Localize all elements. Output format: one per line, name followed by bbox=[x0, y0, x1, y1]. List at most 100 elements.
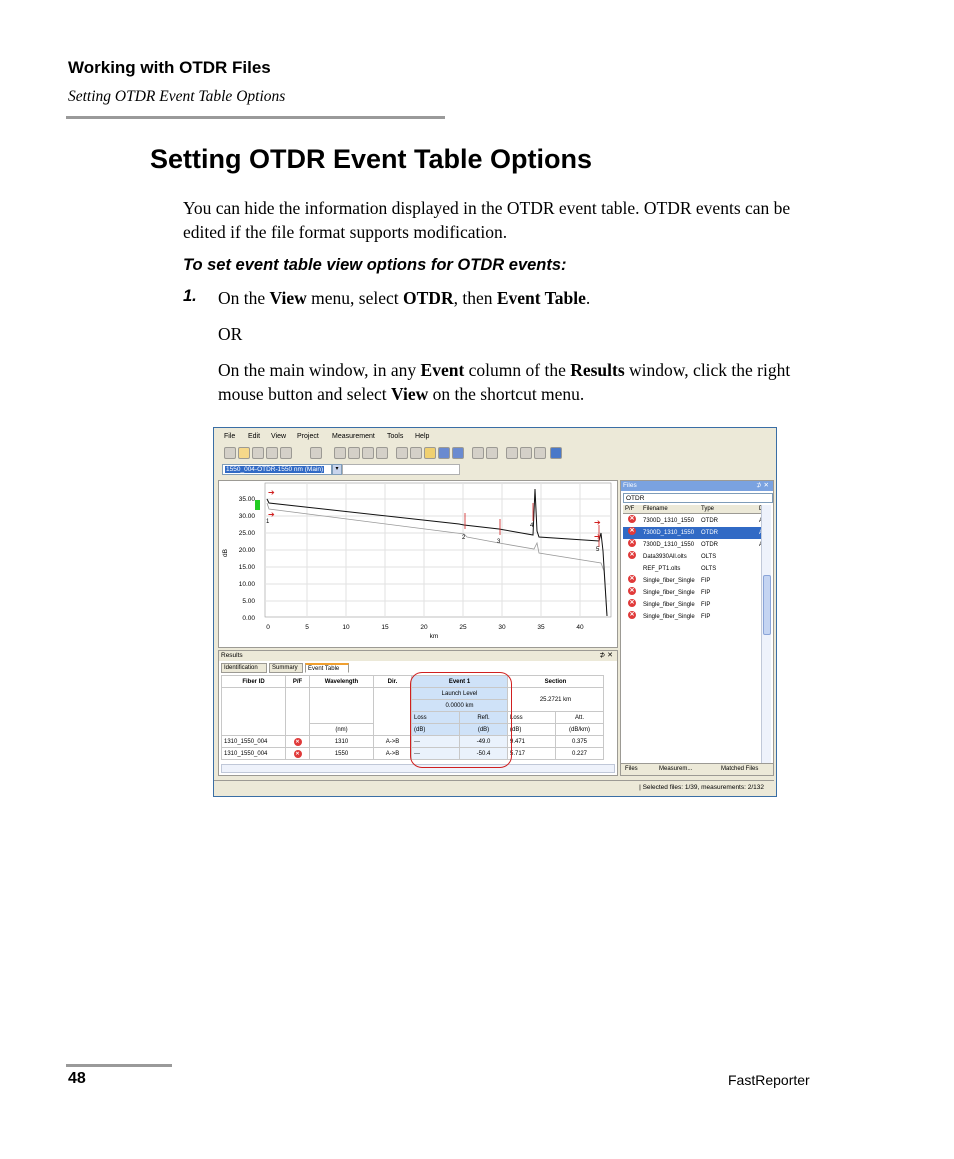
event-position: 0.0000 km bbox=[411, 699, 508, 712]
paste-icon[interactable] bbox=[520, 447, 532, 459]
file-row[interactable]: ✕ Single_fiber_Single FIP bbox=[623, 587, 765, 599]
new-icon[interactable] bbox=[396, 447, 408, 459]
x-tick: 25 bbox=[459, 624, 467, 631]
secondary-select[interactable] bbox=[342, 464, 460, 475]
pin-close-icon[interactable]: ⊅ ✕ bbox=[756, 481, 769, 491]
table-row[interactable]: 1310_1550_004 ✕ 1550 A->B --- -50.4 5.71… bbox=[221, 747, 604, 760]
marker2-icon[interactable] bbox=[252, 447, 264, 459]
col-fiber-id[interactable]: Fiber ID bbox=[221, 675, 286, 688]
unit-db-km: (dB/km) bbox=[555, 723, 604, 736]
results-title: Results bbox=[221, 652, 243, 659]
section-loss-cell: 9.471 bbox=[507, 735, 556, 748]
col-filename[interactable]: Filename bbox=[643, 505, 668, 514]
tab-identification[interactable]: Identification bbox=[221, 663, 267, 673]
trace-select[interactable]: 1550_004-OTDR-1550 nm (Main) bbox=[222, 464, 332, 475]
file-name: 7300D_1310_1550 bbox=[643, 530, 695, 536]
header-spacer bbox=[285, 687, 310, 736]
trace-select-dropdown[interactable]: ▾ bbox=[332, 464, 342, 475]
otdr-graph[interactable]: 35.00 30.00 25.00 20.00 15.00 10.00 5.00… bbox=[218, 480, 618, 648]
toolbar bbox=[216, 445, 576, 461]
menu-help[interactable]: Help bbox=[415, 433, 429, 440]
results-horizontal-scrollbar[interactable] bbox=[221, 764, 615, 773]
new-project-icon[interactable] bbox=[410, 447, 422, 459]
col-dir[interactable]: Dir. bbox=[373, 675, 412, 688]
file-row[interactable]: REF_PT1.olts OLTS bbox=[623, 563, 765, 575]
fail-icon: ✕ bbox=[285, 735, 310, 748]
cut-icon[interactable] bbox=[506, 447, 518, 459]
att-cell: 0.227 bbox=[555, 747, 604, 760]
or-text: OR bbox=[218, 324, 243, 344]
files-filter-select[interactable]: OTDR bbox=[623, 493, 773, 503]
menu-tools[interactable]: Tools bbox=[387, 433, 403, 440]
header-spacer bbox=[309, 687, 374, 724]
col-pf[interactable]: P/F bbox=[285, 675, 310, 688]
menu-measurement[interactable]: Measurement bbox=[332, 433, 375, 440]
col-type[interactable]: Type bbox=[701, 505, 714, 514]
col-event-1[interactable]: Event 1 bbox=[411, 675, 508, 688]
alternative-text: On the main window, in any Event column … bbox=[218, 360, 791, 404]
file-row[interactable]: ✕ 7300D_1310_1550 OTDR A bbox=[623, 539, 765, 551]
files-title: Files bbox=[623, 482, 637, 489]
file-type: OTDR bbox=[701, 518, 718, 524]
file-row-selected[interactable]: ✕ 7300D_1310_1550 OTDR A bbox=[623, 527, 765, 539]
launch-level-marker bbox=[255, 500, 260, 510]
section-subtitle: Setting OTDR Event Table Options bbox=[68, 88, 286, 105]
tab-summary[interactable]: Summary bbox=[269, 663, 303, 673]
tab-measurements[interactable]: Measurem... bbox=[659, 764, 692, 775]
edit-icon[interactable] bbox=[362, 447, 374, 459]
y-tick: 20.00 bbox=[239, 547, 256, 554]
file-row[interactable]: ✕ Data3930All.olts OLTS bbox=[623, 551, 765, 563]
tab-files[interactable]: Files bbox=[625, 764, 638, 775]
y-tick: 30.00 bbox=[239, 513, 256, 520]
open-folder-icon[interactable] bbox=[424, 447, 436, 459]
fail-icon: ✕ bbox=[285, 747, 310, 760]
fit-icon[interactable] bbox=[266, 447, 278, 459]
marker-icon[interactable] bbox=[238, 447, 250, 459]
menu-view[interactable]: View bbox=[271, 433, 286, 440]
col-pf[interactable]: P/F bbox=[625, 505, 634, 514]
chapter-title: Working with OTDR Files bbox=[68, 58, 271, 77]
copy-icon[interactable] bbox=[280, 447, 292, 459]
loss-cell: --- bbox=[411, 735, 460, 748]
col-section[interactable]: Section bbox=[507, 675, 604, 688]
tab-event-table[interactable]: Event Table bbox=[305, 663, 349, 673]
help-icon[interactable] bbox=[550, 447, 562, 459]
files-vertical-scrollbar[interactable] bbox=[761, 505, 771, 763]
page-title: Setting OTDR Event Table Options bbox=[150, 144, 593, 174]
file-row[interactable]: ✕ Single_fiber_Single FIP bbox=[623, 575, 765, 587]
results-panel: Results ⊅ ✕ Identification Summary Event… bbox=[218, 650, 618, 776]
refl-cell: -50.4 bbox=[459, 747, 508, 760]
report-icon[interactable] bbox=[334, 447, 346, 459]
table-row[interactable]: 1310_1550_004 ✕ 1310 A->B --- -49.0 9.47… bbox=[221, 735, 604, 748]
dir-cell: A->B bbox=[373, 747, 412, 760]
event-table: Fiber ID P/F Wavelength Dir. Event 1 Sec… bbox=[221, 675, 604, 760]
menu-file[interactable]: File bbox=[224, 433, 235, 440]
tab-matched-files[interactable]: Matched Files bbox=[721, 764, 758, 775]
marker-arrow-icon: ➔ bbox=[594, 518, 601, 527]
x-tick: 0 bbox=[266, 624, 270, 631]
settings-icon[interactable] bbox=[310, 447, 322, 459]
col-wavelength[interactable]: Wavelength bbox=[309, 675, 374, 688]
fail-icon: ✕ bbox=[628, 611, 636, 619]
save-icon[interactable] bbox=[438, 447, 450, 459]
paste-special-icon[interactable] bbox=[534, 447, 546, 459]
file-name: 7300D_1310_1550 bbox=[643, 542, 695, 548]
y-tick: 5.00 bbox=[242, 598, 255, 605]
files-panel: Files ⊅ ✕ OTDR P/F Filename Type D ✕ 730… bbox=[620, 480, 774, 776]
scroll-thumb[interactable] bbox=[763, 575, 771, 635]
table-icon[interactable] bbox=[348, 447, 360, 459]
file-row[interactable]: ✕ 7300D_1310_1550 OTDR A bbox=[623, 515, 765, 527]
zoom-icon[interactable] bbox=[224, 447, 236, 459]
file-type: FIP bbox=[701, 614, 711, 620]
pin-close-icon[interactable]: ⊅ ✕ bbox=[599, 651, 613, 661]
print-preview-icon[interactable] bbox=[486, 447, 498, 459]
file-row[interactable]: ✕ Single_fiber_Single FIP bbox=[623, 611, 765, 623]
menu-edit[interactable]: Edit bbox=[248, 433, 260, 440]
print-icon[interactable] bbox=[472, 447, 484, 459]
save-all-icon[interactable] bbox=[452, 447, 464, 459]
section-loss-cell: 5.717 bbox=[507, 747, 556, 760]
file-row[interactable]: ✕ Single_fiber_Single FIP bbox=[623, 599, 765, 611]
menu-project[interactable]: Project bbox=[297, 433, 319, 440]
file-name: 7300D_1310_1550 bbox=[643, 518, 695, 524]
filter-icon[interactable] bbox=[376, 447, 388, 459]
